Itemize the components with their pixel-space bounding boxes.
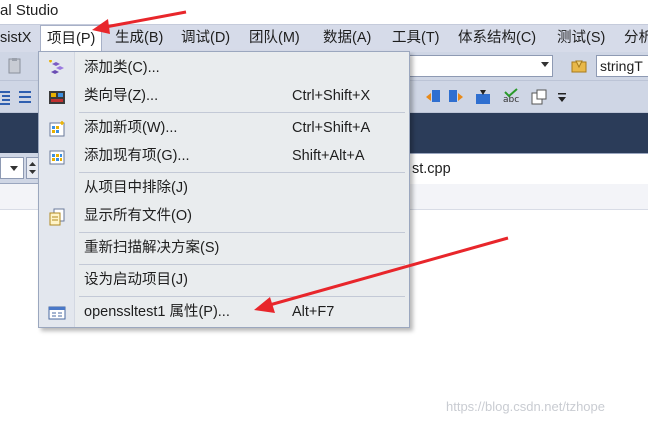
menu-item-rescan-solution[interactable]: 重新扫描解决方案(S) <box>39 234 409 262</box>
menu-assistx[interactable]: sistX <box>0 25 37 52</box>
menu-item-label: 添加类(C)... <box>84 60 160 76</box>
menu-item-shortcut: Ctrl+Shift+A <box>292 120 371 136</box>
chevron-down-icon <box>541 62 549 67</box>
menu-item-label: 重新扫描解决方案(S) <box>84 240 220 256</box>
indent-icon[interactable] <box>0 88 12 106</box>
menu-debug[interactable]: 调试(D) <box>175 25 236 52</box>
find-combo[interactable]: stringT <box>596 55 648 77</box>
menu-project[interactable]: 项目(P) <box>40 25 103 53</box>
copy-format-icon[interactable] <box>530 88 548 106</box>
menu-item-add-existing-item[interactable]: 添加现有项(G)... Shift+Alt+A <box>39 142 409 170</box>
menu-item-label: 类向导(Z)... <box>84 88 159 104</box>
menu-item-class-wizard[interactable]: 类向导(Z)... Ctrl+Shift+X <box>39 82 409 110</box>
comment-icon[interactable] <box>16 88 34 106</box>
project-menu-dropdown: 添加类(C)... 类向导(Z)... Ctrl+Shift+X 添加新项(W)… <box>38 51 410 328</box>
svg-text:abc: abc <box>503 95 519 105</box>
menu-item-label: 添加现有项(G)... <box>84 148 190 164</box>
toolbar-overflow-icon[interactable] <box>556 91 568 105</box>
menu-separator <box>79 232 405 233</box>
bookmark-folder-icon[interactable] <box>474 88 492 106</box>
menu-data[interactable]: 数据(A) <box>317 25 377 52</box>
menu-team[interactable]: 团队(M) <box>243 25 306 52</box>
bookmark-prev-icon[interactable] <box>424 88 442 106</box>
menu-item-show-all-files[interactable]: 显示所有文件(O) <box>39 202 409 230</box>
spinner-arrows-icon <box>29 162 36 174</box>
menu-architecture[interactable]: 体系结构(C) <box>452 25 542 52</box>
properties-icon <box>48 306 66 320</box>
menu-separator <box>79 264 405 265</box>
spell-check-icon[interactable]: abc <box>502 88 520 106</box>
scope-combo[interactable] <box>0 157 24 179</box>
add-class-icon <box>49 60 64 74</box>
menu-test[interactable]: 测试(S) <box>551 25 611 52</box>
menu-tools[interactable]: 工具(T) <box>386 25 446 52</box>
file-tab-area: st.cpp <box>410 153 648 184</box>
add-new-item-icon <box>49 121 65 137</box>
class-wizard-icon <box>49 91 65 104</box>
menu-item-label: 显示所有文件(O) <box>84 208 192 224</box>
title-bar: al Studio <box>0 0 648 24</box>
menu-item-exclude-from-project[interactable]: 从项目中排除(J) <box>39 174 409 202</box>
menu-separator <box>79 172 405 173</box>
add-existing-item-icon <box>49 150 65 165</box>
menu-bar: sistX 项目(P) 生成(B) 调试(D) 团队(M) 数据(A) 工具(T… <box>0 24 648 53</box>
menu-item-shortcut: Shift+Alt+A <box>292 148 365 164</box>
menu-build[interactable]: 生成(B) <box>109 25 169 52</box>
menu-item-shortcut: Alt+F7 <box>292 304 335 320</box>
menu-item-add-new-item[interactable]: 添加新项(W)... Ctrl+Shift+A <box>39 114 409 142</box>
watermark: https://blog.csdn.net/tzhope <box>446 399 605 414</box>
file-tab[interactable]: st.cpp <box>412 161 451 177</box>
paste-icon[interactable] <box>6 57 24 75</box>
menu-item-set-startup-project[interactable]: 设为启动项目(J) <box>39 266 409 294</box>
menu-analyze[interactable]: 分析 <box>618 25 648 52</box>
menu-item-project-properties[interactable]: openssltest1 属性(P)... Alt+F7 <box>39 298 409 326</box>
menu-item-label: 添加新项(W)... <box>84 120 178 136</box>
menu-item-label: openssltest1 属性(P)... <box>84 304 230 320</box>
menu-separator <box>79 296 405 297</box>
menu-item-add-class[interactable]: 添加类(C)... <box>39 54 409 82</box>
show-all-files-icon <box>49 208 65 226</box>
solution-config-combo[interactable] <box>405 55 553 77</box>
menu-separator <box>79 112 405 113</box>
window-title: al Studio <box>0 2 59 19</box>
bookmark-next-icon[interactable] <box>447 88 465 106</box>
find-in-files-icon[interactable] <box>570 57 588 75</box>
menu-item-label: 设为启动项目(J) <box>84 272 188 288</box>
menu-item-label: 从项目中排除(J) <box>84 180 188 196</box>
menu-item-shortcut: Ctrl+Shift+X <box>292 88 371 104</box>
chevron-down-icon <box>10 166 18 171</box>
